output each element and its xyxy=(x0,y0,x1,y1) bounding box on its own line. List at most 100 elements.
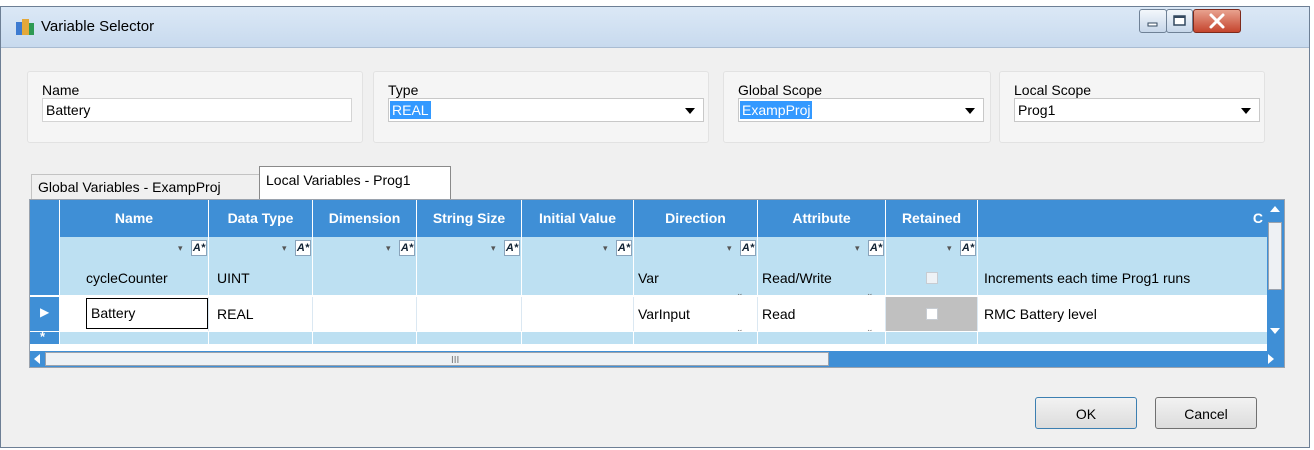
cell-retained[interactable] xyxy=(886,332,978,344)
filter-icon[interactable]: A* xyxy=(399,240,415,256)
name-input[interactable]: Battery xyxy=(42,98,352,122)
local-scope-panel: Local Scope Prog1 xyxy=(999,71,1265,143)
cell-name[interactable] xyxy=(60,332,209,344)
column-header-comment[interactable]: C xyxy=(978,200,1267,237)
new-row[interactable]: * xyxy=(30,329,1284,344)
column-header-initial-value[interactable]: Initial Value xyxy=(522,200,634,237)
filter-cell-direction[interactable]: ▾ A* xyxy=(634,237,758,261)
name-cell-editor[interactable]: Battery xyxy=(86,298,208,329)
filter-icon[interactable]: A* xyxy=(295,240,311,256)
cell-data-type[interactable] xyxy=(209,332,313,344)
cell-retained[interactable] xyxy=(886,297,978,331)
column-header-attribute[interactable]: Attribute xyxy=(758,200,886,237)
cell-comment[interactable]: RMC Battery level xyxy=(978,297,1267,331)
scroll-up-icon[interactable] xyxy=(1270,206,1280,212)
maximize-button[interactable] xyxy=(1166,9,1193,33)
cell-name[interactable]: cycleCounter xyxy=(60,261,209,295)
cell-comment[interactable]: Increments each time Prog1 runs xyxy=(978,261,1267,295)
cell-attribute[interactable]: Read ⌄ xyxy=(758,297,886,331)
app-icon xyxy=(16,19,34,35)
cell-dimension[interactable] xyxy=(313,261,417,295)
type-dropdown[interactable]: REAL xyxy=(388,98,704,122)
cell-dimension[interactable] xyxy=(313,332,417,344)
local-scope-dropdown[interactable]: Prog1 xyxy=(1014,98,1260,122)
type-label: Type xyxy=(388,82,419,98)
column-header-name[interactable]: Name xyxy=(60,200,209,237)
filter-cell-retained[interactable]: ▾ A* xyxy=(886,237,978,261)
name-panel: Name Battery xyxy=(27,71,363,143)
row-selector[interactable]: ▶ xyxy=(30,297,60,331)
global-scope-dropdown[interactable]: ExampProj xyxy=(738,98,984,122)
ok-button[interactable]: OK xyxy=(1035,397,1137,429)
scroll-right-icon[interactable] xyxy=(1268,354,1274,364)
table-row[interactable]: ▶ Battery REAL VarInput ⌄ Read ⌄ RMC Batte… xyxy=(30,297,1284,331)
type-panel: Type REAL xyxy=(373,71,709,143)
cell-attribute[interactable]: Read/Write ⌄ xyxy=(758,261,886,295)
cell-data-type[interactable]: UINT xyxy=(209,261,313,295)
chevron-down-icon[interactable]: ⌄ xyxy=(736,276,744,295)
cell-data-type[interactable]: REAL xyxy=(209,297,313,331)
column-header-string-size[interactable]: String Size xyxy=(417,200,522,237)
cell-attribute[interactable] xyxy=(758,332,886,344)
filter-icon[interactable]: A* xyxy=(868,240,884,256)
minimize-button[interactable] xyxy=(1139,9,1167,33)
filter-cell-name[interactable]: ▾ A* xyxy=(60,237,209,261)
close-icon xyxy=(1209,13,1225,29)
cell-direction[interactable] xyxy=(634,332,758,344)
local-scope-label: Local Scope xyxy=(1014,82,1092,98)
attribute-value: Read xyxy=(762,306,796,322)
vertical-scroll-thumb[interactable] xyxy=(1268,222,1282,290)
table-row[interactable]: cycleCounter UINT Var ⌄ Read/Write ⌄ Incre… xyxy=(30,261,1284,295)
cell-initial-value[interactable] xyxy=(522,297,634,331)
filter-cell-data-type[interactable]: ▾ A* xyxy=(209,237,313,261)
horizontal-scroll-thumb[interactable]: III xyxy=(45,352,829,366)
row-selector[interactable]: * xyxy=(30,329,60,344)
local-scope-value: Prog1 xyxy=(1018,102,1056,118)
retained-checkbox[interactable] xyxy=(926,272,938,284)
cell-string-size[interactable] xyxy=(417,261,522,295)
tab-global-variables[interactable]: Global Variables - ExampProj xyxy=(31,174,261,199)
column-header-dimension[interactable]: Dimension xyxy=(313,200,417,237)
filter-cell-string-size[interactable]: ▾ A* xyxy=(417,237,522,261)
cell-retained[interactable] xyxy=(886,261,978,295)
filter-cell-initial-value[interactable]: ▾ A* xyxy=(522,237,634,261)
retained-checkbox[interactable] xyxy=(926,308,938,320)
current-row-icon: ▶ xyxy=(40,305,50,319)
cell-direction[interactable]: Var ⌄ xyxy=(634,261,758,295)
title-bar[interactable]: Variable Selector xyxy=(1,7,1309,48)
cell-string-size[interactable] xyxy=(417,297,522,331)
close-button[interactable] xyxy=(1193,9,1241,33)
chevron-down-icon[interactable]: ⌄ xyxy=(866,276,874,295)
cell-dimension[interactable] xyxy=(313,297,417,331)
chevron-down-icon[interactable]: ⌄ xyxy=(866,312,874,331)
chevron-down-icon xyxy=(1241,108,1251,114)
filter-icon[interactable]: A* xyxy=(191,240,207,256)
vertical-scrollbar[interactable] xyxy=(1267,200,1284,351)
row-selector[interactable] xyxy=(30,261,60,295)
cell-string-size[interactable] xyxy=(417,332,522,344)
window-title: Variable Selector xyxy=(41,18,155,35)
filter-icon[interactable]: A* xyxy=(740,240,756,256)
filter-icon[interactable]: A* xyxy=(616,240,632,256)
filter-icon[interactable]: A* xyxy=(960,240,976,256)
cancel-button[interactable]: Cancel xyxy=(1155,397,1257,429)
filter-cell-attribute[interactable]: ▾ A* xyxy=(758,237,886,261)
global-scope-label: Global Scope xyxy=(738,82,823,98)
horizontal-scrollbar[interactable]: III xyxy=(30,351,1284,367)
column-header-direction[interactable]: Direction xyxy=(634,200,758,237)
cell-comment[interactable] xyxy=(978,332,1267,344)
cell-name[interactable]: Battery xyxy=(60,297,209,331)
column-header-data-type[interactable]: Data Type xyxy=(209,200,313,237)
filter-cell-dimension[interactable]: ▾ A* xyxy=(313,237,417,261)
grid-header-row: Name Data Type Dimension String Size Ini… xyxy=(30,200,1284,237)
column-header-retained[interactable]: Retained xyxy=(886,200,978,237)
filter-icon[interactable]: A* xyxy=(504,240,520,256)
scroll-down-icon[interactable] xyxy=(1270,328,1280,334)
chevron-down-icon[interactable]: ⌄ xyxy=(736,312,744,331)
cell-direction[interactable]: VarInput ⌄ xyxy=(634,297,758,331)
scroll-left-icon[interactable] xyxy=(34,354,40,364)
tab-local-variables[interactable]: Local Variables - Prog1 xyxy=(259,166,451,200)
cell-initial-value[interactable] xyxy=(522,332,634,344)
cell-initial-value[interactable] xyxy=(522,261,634,295)
filter-cell-comment xyxy=(978,237,1267,261)
